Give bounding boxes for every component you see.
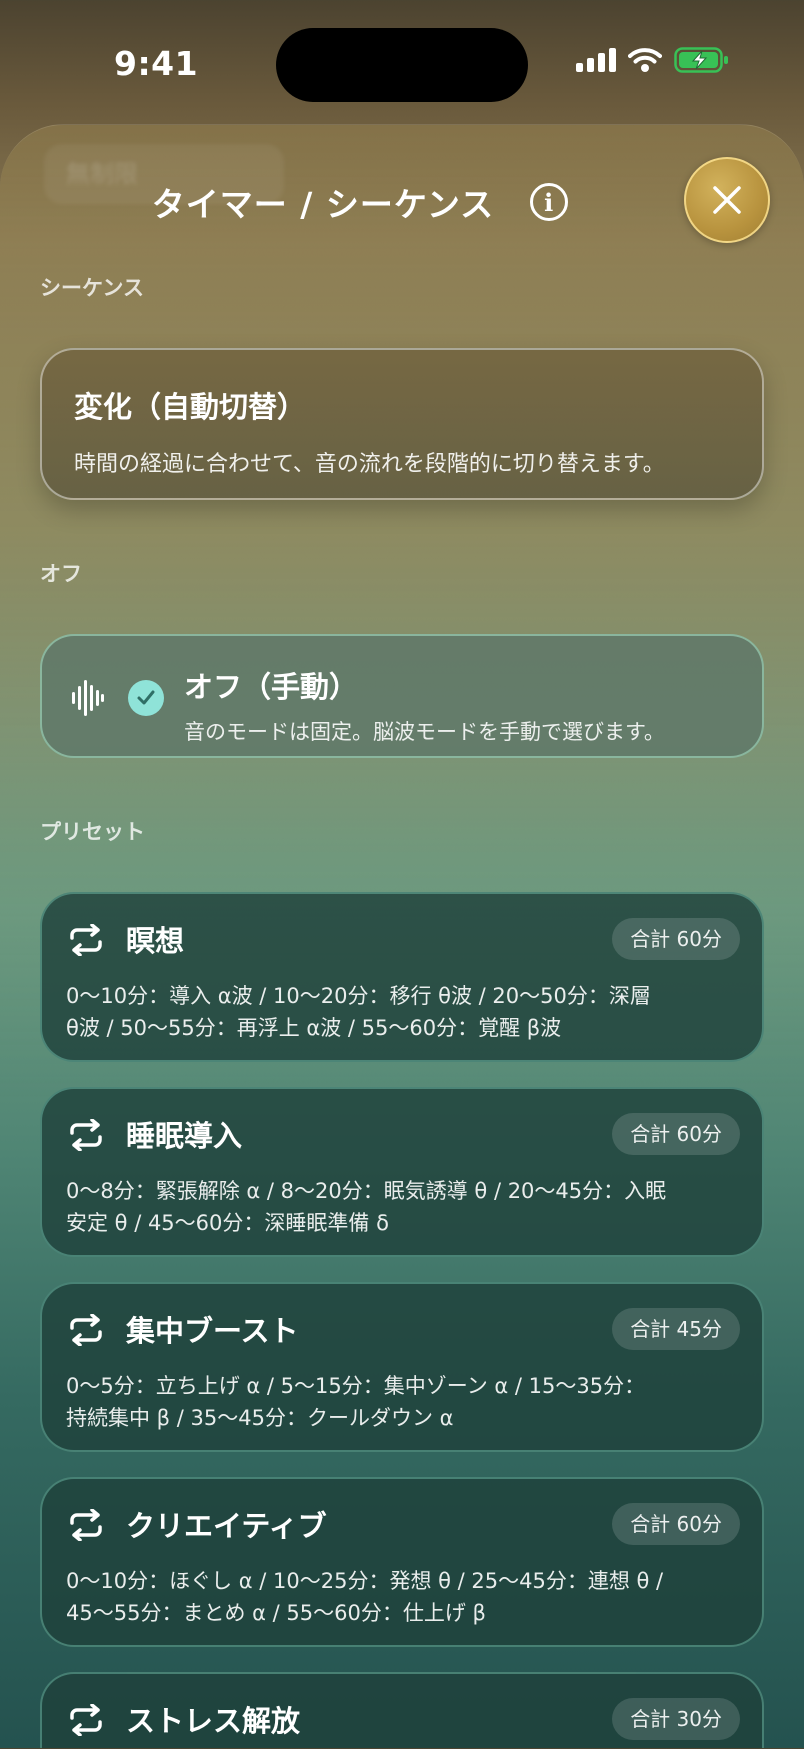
preset-card-creative[interactable]: クリエイティブ 合計 60分 0〜10分：ほぐし α / 10〜25分：発想 θ… [40, 1477, 764, 1647]
manual-off-option[interactable]: オフ（手動） 音のモードは固定。脳波モードを手動で選びます。 [40, 634, 764, 758]
preset-description: 0〜8分：緊張解除 α / 8〜20分：眠気誘導 θ / 20〜45分：入眠 安… [66, 1175, 738, 1239]
preset-description-line: 0〜5分：立ち上げ α / 5〜15分：集中ゾーン α / 15〜35分： [66, 1374, 646, 1398]
manual-off-description: 音のモードは固定。脳波モードを手動で選びます。 [184, 720, 665, 744]
repeat-icon [70, 1314, 102, 1346]
status-time: 9:41 [114, 44, 199, 83]
preset-description-line: 安定 θ / 45〜60分：深睡眠準備 δ [66, 1211, 389, 1235]
auto-switch-title: 変化（自動切替） [74, 390, 307, 424]
preset-card-stress-relief[interactable]: ストレス解放 合計 30分 [40, 1672, 764, 1748]
preset-card-meditation[interactable]: 瞑想 合計 60分 0〜10分：導入 α波 / 10〜20分：移行 θ波 / 2… [40, 892, 764, 1062]
status-icons [576, 46, 730, 74]
close-icon [713, 186, 741, 214]
waveform-icon [72, 680, 104, 716]
status-bar: 9:41 [0, 0, 804, 120]
close-button[interactable] [684, 157, 770, 243]
preset-name: クリエイティブ [126, 1509, 327, 1543]
preset-description: 0〜10分：導入 α波 / 10〜20分：移行 θ波 / 20〜50分：深層 θ… [66, 980, 738, 1044]
cellular-signal-icon [576, 48, 616, 72]
auto-switch-description: 時間の経過に合わせて、音の流れを段階的に切り替えます。 [74, 452, 665, 477]
preset-duration-badge: 合計 30分 [612, 1698, 740, 1740]
auto-switch-option[interactable]: 変化（自動切替） 時間の経過に合わせて、音の流れを段階的に切り替えます。 [40, 348, 764, 500]
repeat-icon [70, 1704, 102, 1736]
checkmark-icon [128, 680, 164, 716]
section-label-sequence: シーケンス [40, 276, 144, 300]
preset-description-line: 0〜8分：緊張解除 α / 8〜20分：眠気誘導 θ / 20〜45分：入眠 [66, 1179, 667, 1203]
wifi-icon [628, 48, 662, 72]
battery-charging-icon [674, 47, 728, 73]
preset-description: 0〜10分：ほぐし α / 10〜25分：発想 θ / 25〜45分：連想 θ … [66, 1565, 738, 1629]
section-label-off: オフ [40, 562, 82, 586]
preset-description: 0〜5分：立ち上げ α / 5〜15分：集中ゾーン α / 15〜35分： 持続… [66, 1370, 738, 1434]
preset-name: ストレス解放 [126, 1704, 301, 1738]
repeat-icon [70, 1509, 102, 1541]
preset-duration-badge: 合計 60分 [612, 1503, 740, 1545]
preset-duration-badge: 合計 60分 [612, 1113, 740, 1155]
preset-description-line: 0〜10分：ほぐし α / 10〜25分：発想 θ / 25〜45分：連想 θ … [66, 1569, 664, 1593]
preset-description-line: 45〜55分：まとめ α / 55〜60分：仕上げ β [66, 1601, 486, 1625]
info-icon[interactable]: i [530, 183, 569, 221]
preset-card-focus[interactable]: 集中ブースト 合計 45分 0〜5分：立ち上げ α / 5〜15分：集中ゾーン … [40, 1282, 764, 1452]
preset-duration-badge: 合計 60分 [612, 918, 740, 960]
preset-name: 睡眠導入 [126, 1119, 243, 1153]
repeat-icon [70, 924, 102, 956]
section-label-presets: プリセット [40, 820, 145, 844]
preset-description-line: 持続集中 β / 35〜45分：クールダウン α [66, 1406, 454, 1430]
repeat-icon [70, 1119, 102, 1151]
sheet-title: タイマー / シーケンス [151, 185, 495, 224]
preset-name: 瞑想 [126, 924, 185, 958]
dynamic-island [276, 28, 528, 102]
preset-duration-badge: 合計 45分 [612, 1308, 740, 1350]
preset-name: 集中ブースト [126, 1314, 299, 1348]
preset-description-line: θ波 / 50〜55分：再浮上 α波 / 55〜60分：覚醒 β波 [66, 1016, 562, 1040]
manual-off-title: オフ（手動） [184, 670, 359, 704]
preset-card-sleep[interactable]: 睡眠導入 合計 60分 0〜8分：緊張解除 α / 8〜20分：眠気誘導 θ /… [40, 1087, 764, 1257]
preset-description-line: 0〜10分：導入 α波 / 10〜20分：移行 θ波 / 20〜50分：深層 [66, 984, 651, 1008]
